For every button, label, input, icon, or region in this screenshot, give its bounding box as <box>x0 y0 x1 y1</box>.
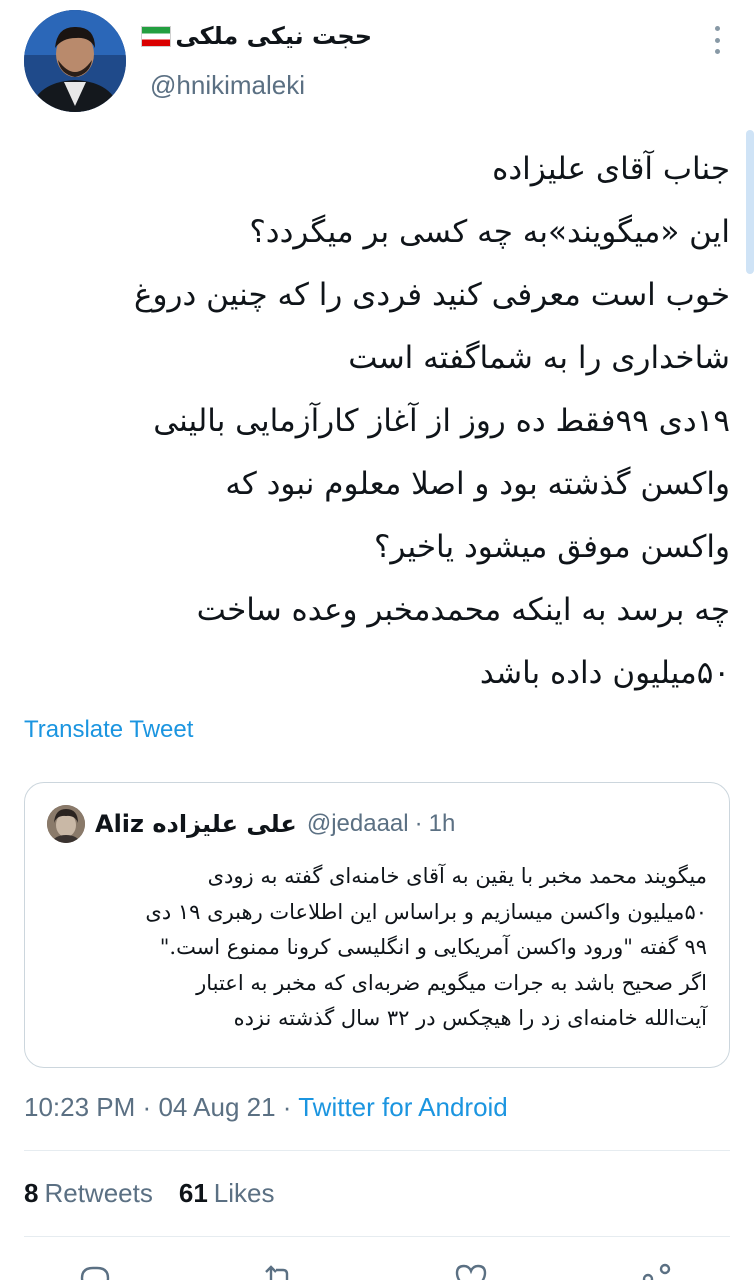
quoted-separator: · <box>414 810 423 837</box>
author-handle[interactable]: @hnikimaleki <box>150 70 305 101</box>
tweet-line: شاخداری را به شماگفته است <box>348 340 730 376</box>
tweet-date: 04 Aug 21 <box>158 1092 276 1122</box>
likes-stat[interactable]: 61 Likes <box>179 1178 275 1209</box>
tweet-meta: 10:23 PM · 04 Aug 21 · Twitter for Andro… <box>24 1092 508 1123</box>
tweet-line: واکسن گذشته بود و اصلا معلوم نبود که <box>225 466 730 502</box>
tweet-line: چه برسد به اینکه محمدمخبر وعده ساخت <box>196 592 730 628</box>
more-options-icon[interactable] <box>712 26 722 54</box>
tweet-action-bar <box>0 1262 754 1280</box>
retweet-icon[interactable] <box>262 1262 296 1280</box>
author-avatar[interactable] <box>24 10 126 112</box>
quoted-line: ۹۹ گفته "ورود واکسن آمریکایی و انگلیسی ک… <box>159 935 707 959</box>
user-avatar-icon <box>24 10 126 112</box>
share-icon[interactable] <box>640 1262 674 1280</box>
divider <box>24 1150 730 1151</box>
quoted-timestamp: 1h <box>428 810 456 837</box>
quoted-line: میگویند محمد مخبر با یقین به آقای خامنه‌… <box>207 864 707 888</box>
likes-label: Likes <box>213 1178 275 1208</box>
quoted-author-name: Aliz علی علیزاده <box>95 810 297 838</box>
tweet-stats: 8 Retweets 61 Likes <box>24 1178 274 1209</box>
tweet-line: ۱۹دی ۹۹فقط ده روز از آغاز کارآزمایی بالی… <box>153 403 730 439</box>
tweet-line: واکسن موفق میشود یاخیر؟ <box>373 529 730 565</box>
quoted-line: اگر صحیح باشد به جرات میگویم ضربه‌ای که … <box>196 970 707 995</box>
retweets-stat[interactable]: 8 Retweets <box>24 1178 153 1209</box>
tweet-source-link[interactable]: Twitter for Android <box>298 1092 508 1122</box>
tweet-time: 10:23 PM <box>24 1092 136 1122</box>
display-name-text: حجت نیکی ملکی <box>175 22 372 50</box>
quoted-author-handle: @jedaaal <box>306 810 409 837</box>
retweets-label: Retweets <box>44 1178 153 1208</box>
likes-count: 61 <box>178 1178 208 1208</box>
divider <box>24 1236 730 1237</box>
tweet-text: جناب آقای علیزاده این «میگویند»به چه کسی… <box>24 138 730 705</box>
tweet-line: این «میگویند»به چه کسی بر میگردد؟ <box>249 214 730 250</box>
tweet-line: ۵۰میلیون داده باشد <box>479 655 730 691</box>
tweet-line: جناب آقای علیزاده <box>492 151 730 187</box>
author-display-name[interactable]: حجت نیکی ملکی <box>137 22 372 50</box>
quoted-author-avatar[interactable] <box>47 805 85 843</box>
like-icon[interactable] <box>454 1262 488 1280</box>
iran-flag-icon <box>141 25 172 47</box>
quoted-tweet-text: میگویند محمد مخبر با یقین به آقای خامنه‌… <box>47 859 707 1037</box>
quoted-tweet[interactable]: Aliz علی علیزاده @jedaaal · 1h میگویند م… <box>24 782 730 1068</box>
quoted-tweet-header: Aliz علی علیزاده @jedaaal · 1h <box>47 805 455 843</box>
meta-separator: · <box>282 1092 292 1122</box>
reply-icon[interactable] <box>78 1262 112 1280</box>
quoted-line: آیت‌الله خامنه‌ای زد را هیچکس در ۳۲ سال … <box>233 1006 707 1030</box>
scrollbar[interactable] <box>746 130 754 274</box>
meta-separator: · <box>142 1092 152 1122</box>
quoted-line: ۵۰میلیون واکسن میسازیم و براساس این اطلا… <box>145 899 707 924</box>
tweet-line: خوب است معرفی کنید فردی را که چنین دروغ <box>134 277 730 313</box>
translate-tweet-link[interactable]: Translate Tweet <box>24 716 193 744</box>
retweets-count: 8 <box>24 1178 39 1208</box>
user-avatar-icon <box>47 805 85 843</box>
